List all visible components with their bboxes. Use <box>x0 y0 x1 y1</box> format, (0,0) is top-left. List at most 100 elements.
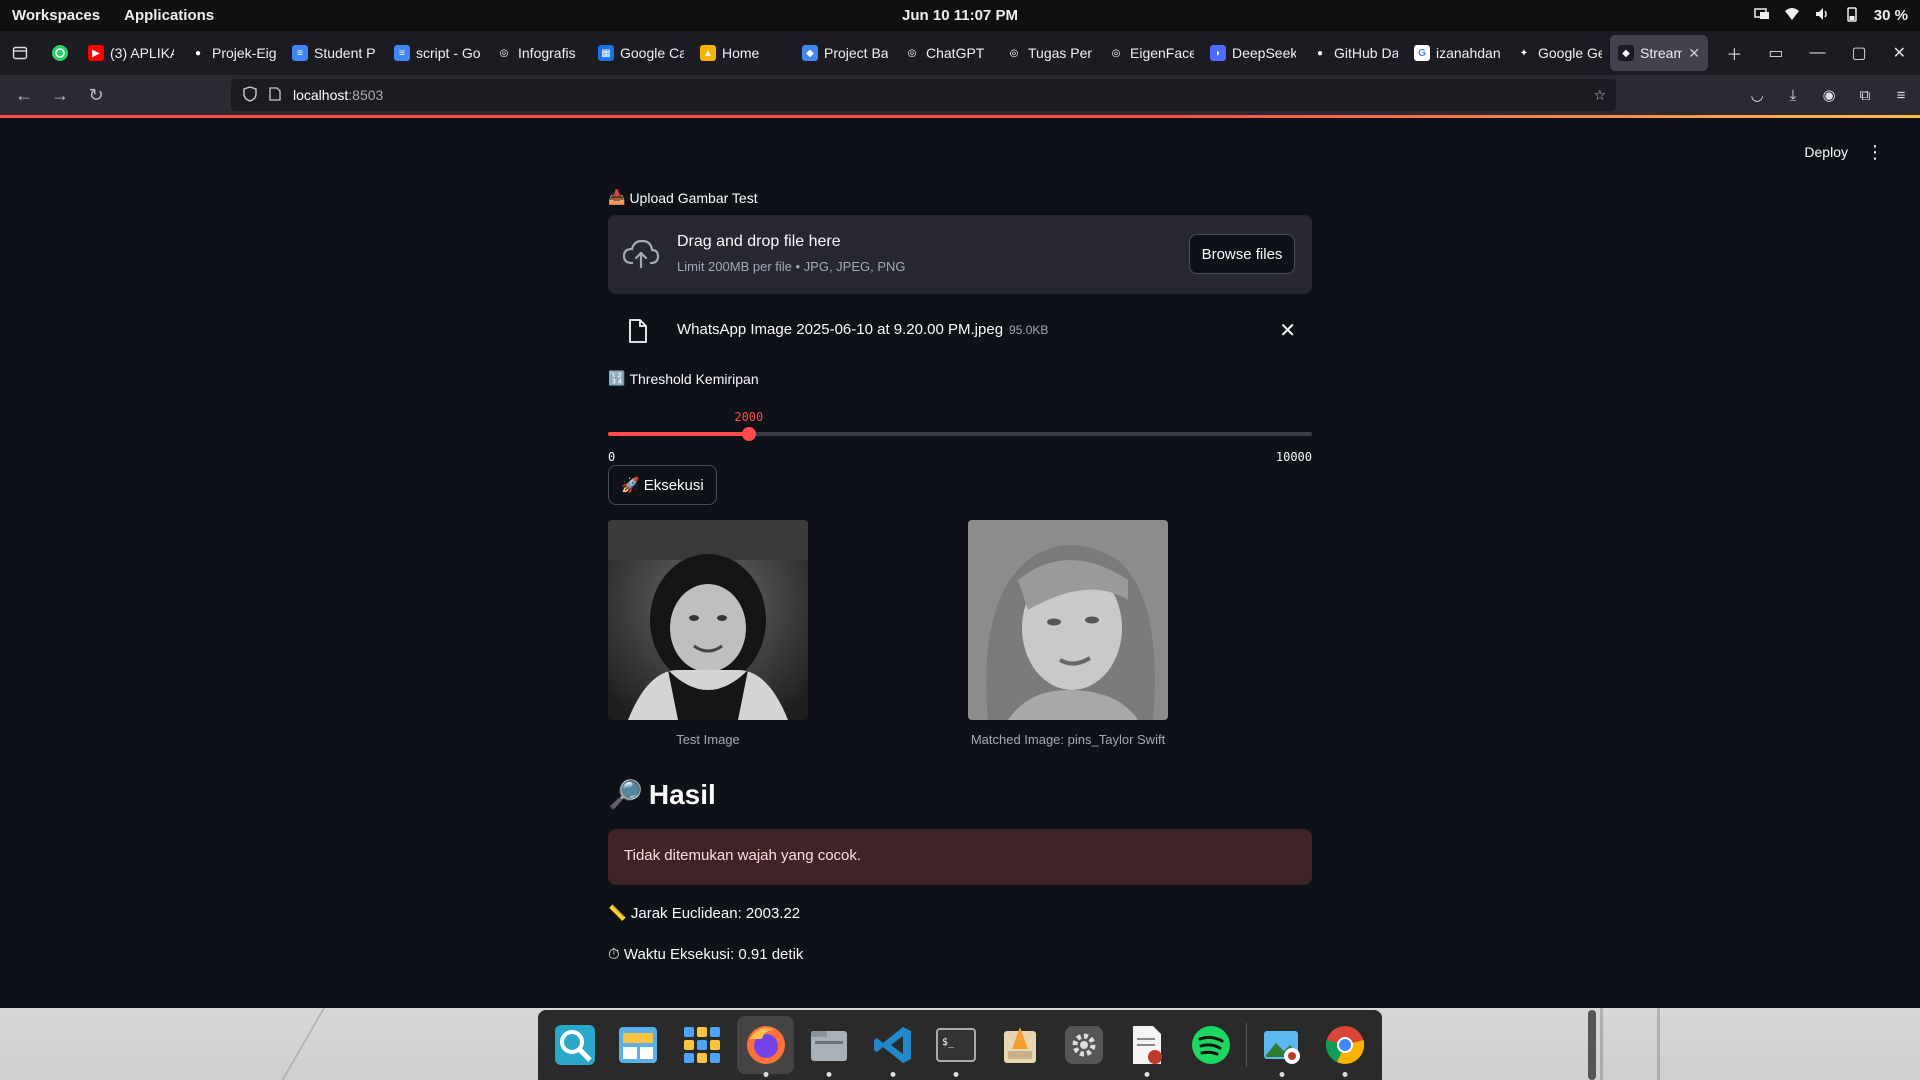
browser-tab[interactable]: ● Projek-Eig <box>182 35 284 71</box>
browser-tab[interactable]: ▲ Home <box>692 35 794 71</box>
browser-tab[interactable]: Gizanahdan <box>1406 35 1508 71</box>
applications-menu[interactable]: Applications <box>124 7 214 24</box>
tab-label: Tugas Pen <box>1028 45 1092 61</box>
tab-label: Projek-Eig <box>212 45 276 61</box>
browser-tab[interactable]: ≡ script - Go <box>386 35 488 71</box>
matched-image-caption: Matched Image: pins_Taylor Swift <box>970 732 1166 747</box>
tab-label: Infografis <box>518 45 576 61</box>
menu-icon[interactable]: ≡ <box>1892 86 1910 104</box>
browser-tab[interactable]: ◎ Tugas Pen <box>998 35 1100 71</box>
battery-icon[interactable] <box>1844 6 1860 26</box>
browser-tab[interactable]: ≡ Student P <box>284 35 386 71</box>
firefox-view-icon[interactable] <box>0 31 40 75</box>
browser-tab[interactable]: ◆ Project Ba <box>794 35 896 71</box>
browser-tab[interactable]: ✦ Google Ge <box>1508 35 1610 71</box>
browser-tab[interactable]: ◆ Streaml ✕ <box>1610 35 1708 71</box>
close-window-button[interactable]: ✕ <box>1893 43 1906 63</box>
volume-icon[interactable] <box>1814 6 1830 26</box>
dock-scroll-indicator <box>1588 1010 1596 1080</box>
gemini-icon: ✦ <box>1516 45 1532 61</box>
tab-label: Project Ba <box>824 45 888 61</box>
document-viewer-icon[interactable] <box>1118 1016 1176 1074</box>
wifi-icon[interactable] <box>1784 6 1800 26</box>
rocket-icon: 🚀 <box>621 477 640 494</box>
dropzone-title: Drag and drop file here <box>677 233 841 250</box>
system-clock[interactable]: Jun 10 11:07 PM <box>902 7 1018 24</box>
search-app-icon[interactable] <box>546 1016 604 1074</box>
app-grid-icon[interactable] <box>673 1016 731 1074</box>
back-icon[interactable]: ← <box>6 79 42 111</box>
tab-label: (3) APLIKA <box>110 45 174 61</box>
github-icon: ● <box>190 45 206 61</box>
installer-icon[interactable] <box>991 1016 1049 1074</box>
tab-label: Google Ge <box>1538 45 1602 61</box>
abacus-icon: 🔢 <box>608 370 626 386</box>
settings-icon[interactable] <box>1055 1016 1113 1074</box>
inbox-tray-icon: 📥 <box>608 189 626 205</box>
browser-tab[interactable]: ◗ DeepSeek <box>1202 35 1304 71</box>
pocket-icon[interactable]: ◡ <box>1748 86 1766 104</box>
deepseek-icon: ◗ <box>1210 45 1226 61</box>
slider-thumb[interactable] <box>741 427 756 441</box>
test-image-column: Test Image <box>608 520 808 747</box>
tab-label: Google Ca <box>620 45 684 61</box>
browser-tab[interactable]: ◎ Infografis <box>488 35 590 71</box>
shield-icon[interactable] <box>243 85 257 105</box>
tab-list-icon[interactable]: ▭ <box>1768 43 1783 63</box>
page-icon <box>269 86 281 104</box>
vscode-icon[interactable] <box>864 1016 922 1074</box>
account-icon[interactable]: ◉ <box>1820 86 1838 104</box>
main-menu-icon[interactable]: ⋮ <box>1866 142 1884 163</box>
chatgpt-icon: ◎ <box>496 45 512 61</box>
browser-tab[interactable]: ◎ ChatGPT <box>896 35 998 71</box>
browser-tab-bar: ▶ (3) APLIKA ● Projek-Eig ≡ Student P ≡ script … <box>0 31 1920 75</box>
new-tab-button[interactable]: ＋ <box>1726 41 1742 65</box>
minimize-button[interactable]: — <box>1809 44 1825 62</box>
matched-image <box>968 520 1168 720</box>
downloads-icon[interactable]: ⤓ <box>1784 86 1802 104</box>
terminal-icon[interactable]: $_ <box>928 1016 986 1074</box>
image-viewer-icon[interactable] <box>1253 1016 1311 1074</box>
browser-tab[interactable]: ● GitHub Da <box>1304 35 1406 71</box>
browser-tab[interactable]: ▶ (3) APLIKA <box>80 35 182 71</box>
threshold-label: 🔢 Threshold Kemiripan <box>608 370 759 387</box>
youtube-icon: ▶ <box>88 45 104 61</box>
cloud-upload-icon <box>622 239 660 269</box>
chrome-icon[interactable] <box>1316 1016 1374 1074</box>
workspaces-app-icon[interactable] <box>610 1016 668 1074</box>
no-match-alert: Tidak ditemukan wajah yang cocok. <box>608 829 1312 885</box>
files-icon[interactable] <box>800 1016 858 1074</box>
bookmark-star-icon[interactable]: ☆ <box>1593 87 1606 104</box>
spotify-icon[interactable] <box>1182 1016 1240 1074</box>
tab-label: Home <box>722 45 760 61</box>
matched-image-column: Matched Image: pins_Taylor Swift <box>968 520 1168 747</box>
reload-icon[interactable]: ↻ <box>78 79 114 111</box>
url-bar[interactable]: localhost:8503 ☆ <box>231 79 1616 111</box>
calendar-icon: ▦ <box>598 45 614 61</box>
file-dropzone[interactable]: Drag and drop file here Limit 200MB per … <box>608 215 1312 294</box>
tab-label: GitHub Da <box>1334 45 1398 61</box>
dropzone-limit: Limit 200MB per file • JPG, JPEG, PNG <box>677 259 906 274</box>
tab-label: Student P <box>314 45 376 61</box>
whatsapp-pinned-tab[interactable] <box>40 31 80 75</box>
firefox-icon[interactable] <box>736 1016 795 1074</box>
tab-label: ChatGPT <box>926 45 985 61</box>
extensions-icon[interactable]: ⧉ <box>1856 86 1874 104</box>
forward-icon[interactable]: → <box>42 79 78 111</box>
execute-button[interactable]: 🚀 Eksekusi <box>608 465 717 505</box>
github-icon: ● <box>1312 45 1328 61</box>
close-tab-icon[interactable]: ✕ <box>1688 45 1700 62</box>
chatgpt-icon: ◎ <box>904 45 920 61</box>
browse-files-button[interactable]: Browse files <box>1189 234 1295 274</box>
deploy-button[interactable]: Deploy <box>1804 144 1848 160</box>
results-heading: 🔎 Hasil <box>608 778 716 811</box>
browser-tab[interactable]: ▦ Google Ca <box>590 35 692 71</box>
browser-tab[interactable]: ◎ EigenFace <box>1100 35 1202 71</box>
threshold-slider[interactable]: 2000 0 10000 <box>608 390 1312 464</box>
file-icon <box>629 319 647 343</box>
display-icon[interactable] <box>1754 6 1770 26</box>
workspaces-menu[interactable]: Workspaces <box>12 7 100 24</box>
maximize-button[interactable]: ▢ <box>1851 43 1866 63</box>
url-text: localhost:8503 <box>293 87 384 103</box>
remove-file-icon[interactable]: ✕ <box>1279 318 1296 343</box>
